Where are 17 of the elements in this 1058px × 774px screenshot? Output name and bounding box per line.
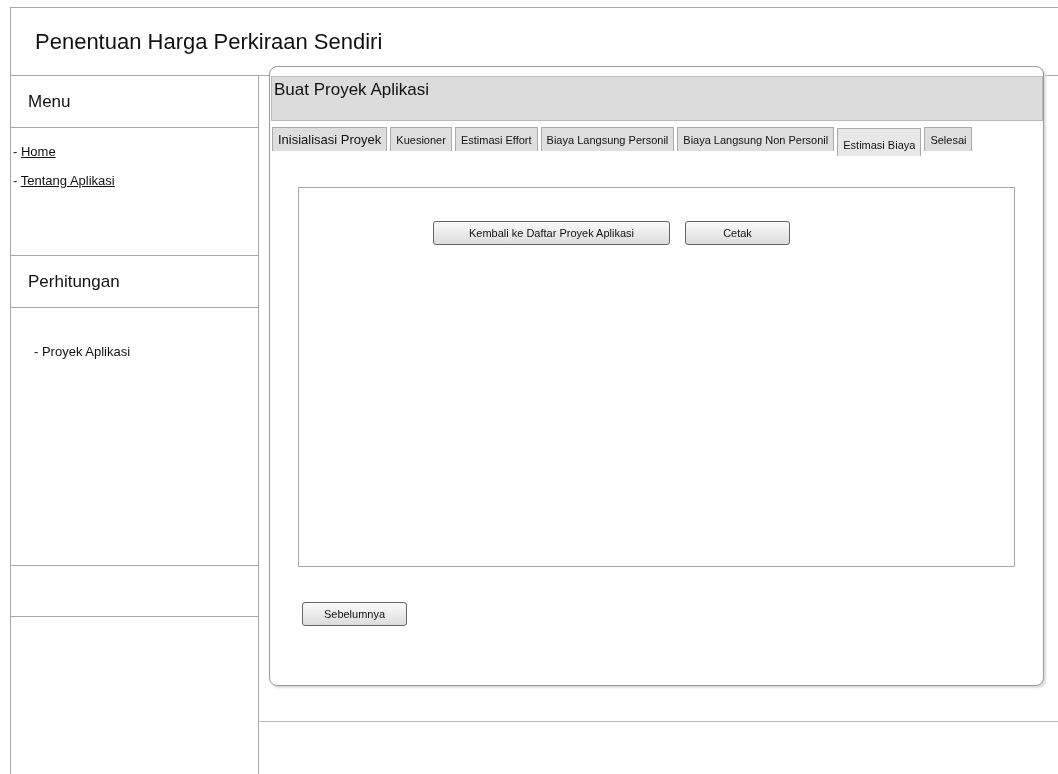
tab[interactable]: Selesai [924,127,973,151]
tab[interactable]: Biaya Langsung Personil [540,127,675,151]
tab[interactable]: Biaya Langsung Non Personil [677,127,835,151]
app-title: Penentuan Harga Perkiraan Sendiri [35,28,383,55]
back-button[interactable]: Kembali ke Daftar Proyek Aplikasi [433,221,670,245]
previous-button[interactable]: Sebelumnya [302,602,407,626]
nav-item[interactable]: - Proyek Aplikasi [11,324,131,359]
panel-title: Buat Proyek Aplikasi [271,76,1043,121]
section-title: Perhitungan [11,256,258,308]
tab[interactable]: Estimasi Biaya [837,128,922,156]
tab[interactable]: Inisialisasi Proyek [272,127,388,151]
tab[interactable]: Kuesioner [390,127,452,151]
section-title: Menu [11,76,258,128]
tab[interactable]: Estimasi Effort [454,127,538,151]
nav-link[interactable]: - Tentang Aplikasi [11,173,115,188]
print-button[interactable]: Cetak [685,221,790,245]
nav-link[interactable]: - Home [11,144,56,159]
